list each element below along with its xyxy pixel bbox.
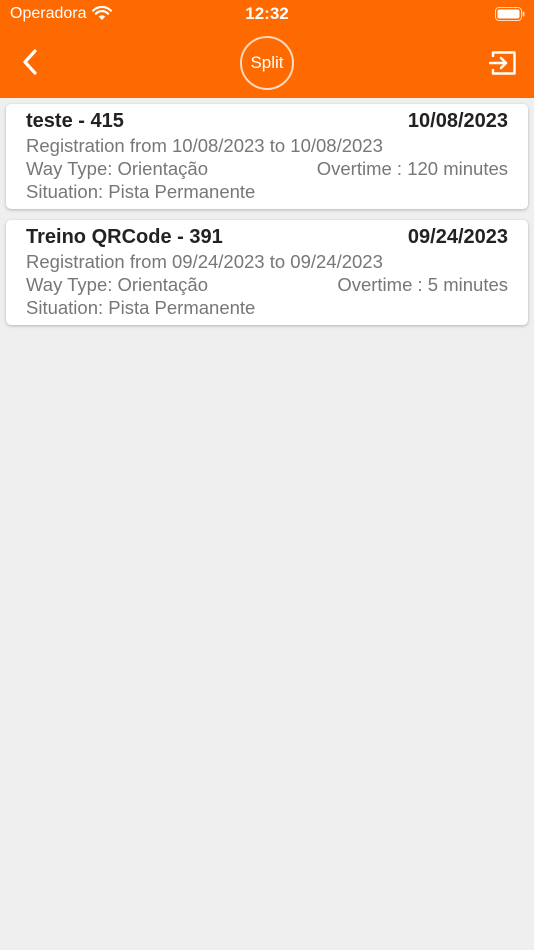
split-logo: Split — [240, 36, 294, 90]
logout-button[interactable] — [486, 46, 520, 80]
registration-row: Registration from 09/24/2023 to 09/24/20… — [26, 250, 508, 273]
top-bar: Operadora 12:32 Split — [0, 0, 534, 98]
event-card[interactable]: teste - 415 10/08/2023 Registration from… — [6, 104, 528, 209]
event-registration: Registration from 09/24/2023 to 09/24/20… — [26, 251, 383, 272]
event-list: teste - 415 10/08/2023 Registration from… — [6, 104, 528, 336]
registration-row: Registration from 10/08/2023 to 10/08/20… — [26, 134, 508, 157]
event-situation: Situation: Pista Permanente — [26, 297, 256, 318]
logout-icon — [489, 51, 516, 75]
event-date: 09/24/2023 — [407, 226, 508, 248]
nav-bar: Split — [0, 28, 534, 98]
event-header-row: Treino QRCode - 391 09/24/2023 — [26, 225, 508, 250]
event-title: Treino QRCode - 391 — [26, 226, 223, 248]
back-button[interactable] — [14, 46, 46, 78]
way-type-row: Way Type: Orientação Overtime : 5 minute… — [26, 273, 508, 296]
event-date: 10/08/2023 — [407, 110, 508, 132]
event-way-type: Way Type: Orientação — [26, 158, 209, 179]
status-time: 12:32 — [245, 4, 289, 23]
chevron-left-icon — [23, 49, 37, 75]
event-header-row: teste - 415 10/08/2023 — [26, 109, 508, 134]
event-registration: Registration from 10/08/2023 to 10/08/20… — [26, 135, 383, 156]
event-card[interactable]: Treino QRCode - 391 09/24/2023 Registrat… — [6, 220, 528, 325]
event-situation: Situation: Pista Permanente — [26, 181, 256, 202]
way-type-row: Way Type: Orientação Overtime : 120 minu… — [26, 157, 508, 180]
situation-row: Situation: Pista Permanente — [26, 180, 508, 203]
event-title: teste - 415 — [26, 110, 124, 132]
battery-icon — [495, 7, 525, 21]
situation-row: Situation: Pista Permanente — [26, 296, 508, 319]
event-overtime: Overtime : 120 minutes — [316, 158, 508, 179]
event-way-type: Way Type: Orientação — [26, 274, 209, 295]
status-bar: Operadora 12:32 — [0, 0, 534, 28]
event-overtime: Overtime : 5 minutes — [337, 274, 508, 295]
